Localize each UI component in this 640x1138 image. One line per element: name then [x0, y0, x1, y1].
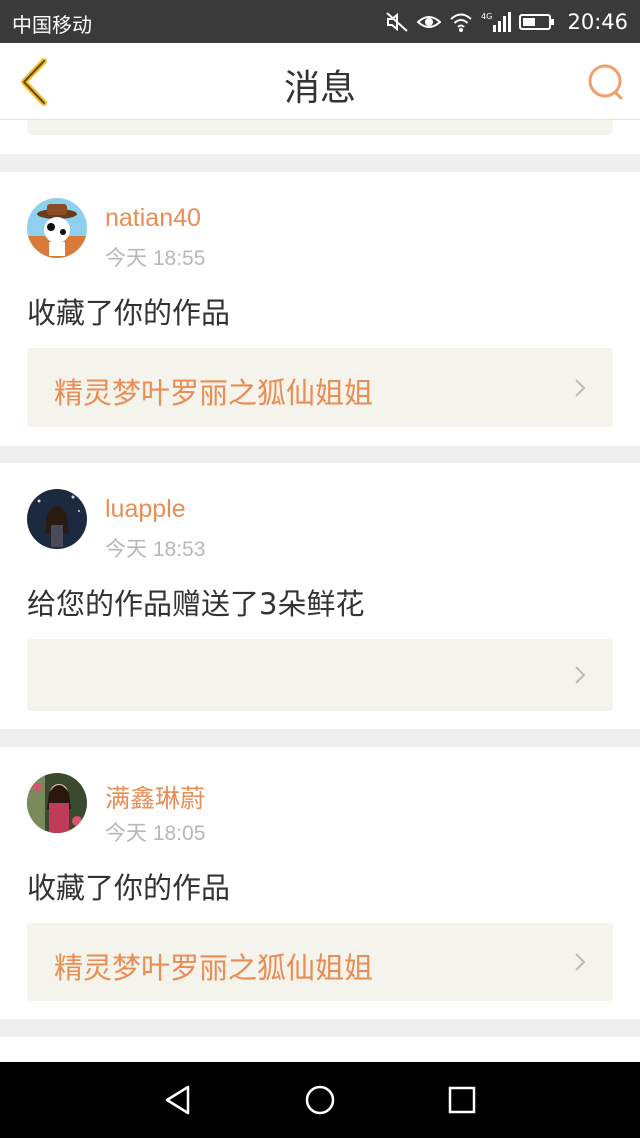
svg-text:4G: 4G	[481, 12, 492, 21]
system-nav-bar	[0, 1062, 640, 1138]
chevron-right-icon	[575, 953, 586, 971]
next-message-card	[0, 1037, 640, 1062]
timestamp: 今天 18:05	[105, 822, 206, 845]
message-card: luapple 今天 18:53 给您的作品赠送了3朵鲜花	[0, 463, 640, 729]
recents-square-icon[interactable]	[442, 1080, 482, 1120]
work-title: 精灵梦叶罗丽之狐仙姐姐	[54, 376, 374, 410]
chevron-right-icon	[575, 666, 586, 684]
avatar-image	[27, 489, 87, 549]
wifi-icon	[450, 13, 473, 32]
username[interactable]: 满鑫琳蔚	[105, 779, 205, 815]
avatar[interactable]	[27, 489, 87, 549]
mute-icon	[386, 12, 409, 32]
timestamp: 今天 18:53	[105, 538, 206, 561]
message-card: natian40 今天 18:55 收藏了你的作品 精灵梦叶罗丽之狐仙姐姐	[0, 172, 640, 446]
back-triangle-icon[interactable]	[158, 1080, 198, 1120]
clock: 20:46	[567, 10, 628, 34]
username[interactable]: natian40	[105, 204, 201, 233]
work-title: 精灵梦叶罗丽之狐仙姐姐	[54, 951, 374, 985]
chevron-right-icon	[575, 379, 586, 397]
search-icon[interactable]	[584, 60, 628, 104]
message-text: 收藏了你的作品	[27, 871, 231, 905]
previous-message-card	[0, 120, 640, 154]
username[interactable]: luapple	[105, 495, 186, 524]
home-circle-icon[interactable]	[300, 1080, 340, 1120]
signal-icon: 4G	[481, 12, 512, 32]
avatar[interactable]	[27, 773, 87, 833]
previous-work-link[interactable]	[27, 120, 613, 135]
message-list[interactable]: natian40 今天 18:55 收藏了你的作品 精灵梦叶罗丽之狐仙姐姐 lu…	[0, 120, 640, 1062]
eye-icon	[417, 16, 442, 28]
avatar[interactable]	[27, 198, 87, 258]
work-link[interactable]: 精灵梦叶罗丽之狐仙姐姐	[27, 348, 613, 427]
work-link[interactable]: 精灵梦叶罗丽之狐仙姐姐	[27, 923, 613, 1001]
timestamp: 今天 18:55	[105, 247, 206, 270]
top-nav-bar: 消息	[0, 43, 640, 120]
message-text: 收藏了你的作品	[27, 296, 231, 330]
page-title: 消息	[283, 68, 356, 109]
battery-icon	[519, 14, 555, 30]
work-link[interactable]	[27, 639, 613, 711]
message-text: 给您的作品赠送了3朵鲜花	[27, 587, 365, 621]
avatar-image	[27, 773, 87, 833]
status-bar: 中国移动 4G 20:46	[0, 0, 640, 43]
carrier-label: 中国移动	[12, 13, 92, 37]
message-card: 满鑫琳蔚 今天 18:05 收藏了你的作品 精灵梦叶罗丽之狐仙姐姐	[0, 747, 640, 1019]
status-icons: 4G 20:46	[385, 8, 628, 36]
avatar-image	[27, 198, 87, 258]
